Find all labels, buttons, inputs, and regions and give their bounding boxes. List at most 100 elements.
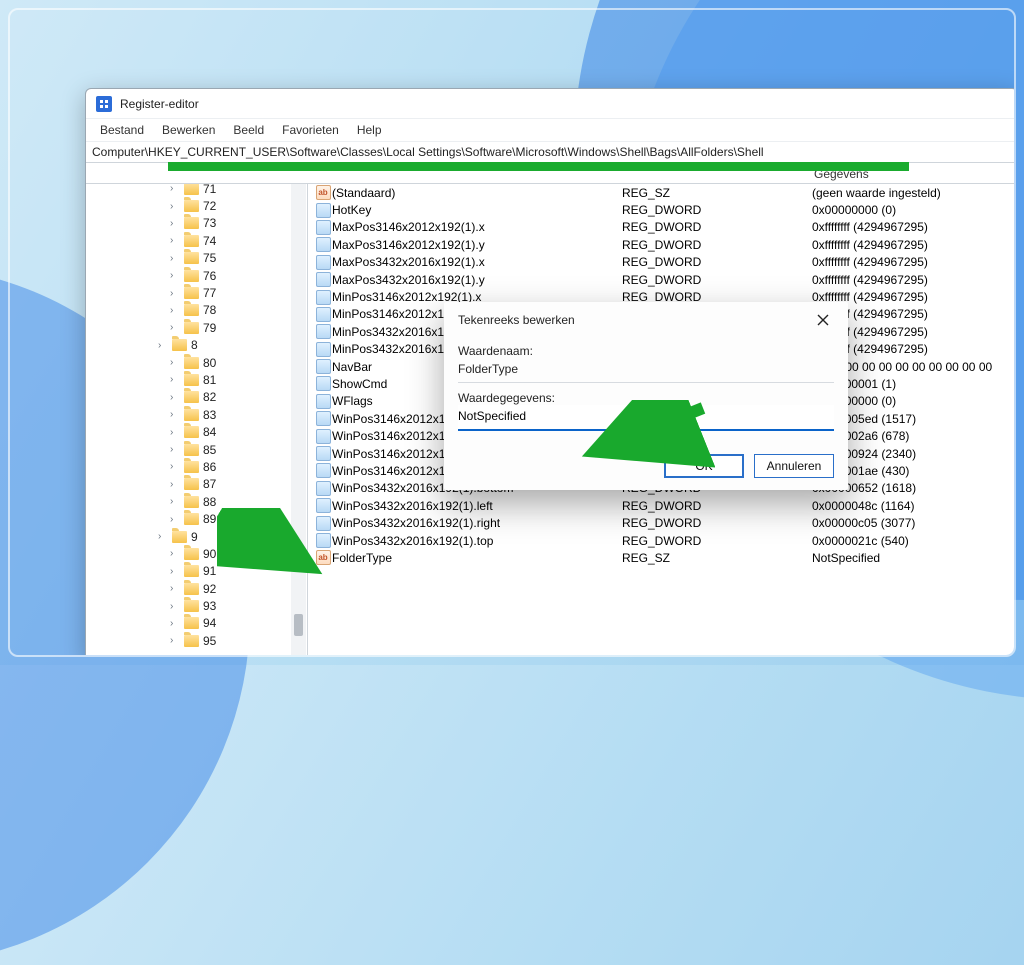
value-row[interactable]: WinPos3432x2016x192(1).topREG_DWORD0x000… bbox=[308, 532, 1016, 549]
chevron-right-icon[interactable]: › bbox=[170, 601, 180, 612]
value-data-input[interactable] bbox=[458, 405, 834, 431]
pane-splitter[interactable] bbox=[308, 184, 309, 657]
chevron-right-icon[interactable]: › bbox=[170, 548, 180, 559]
tree-item[interactable]: ›9 bbox=[86, 528, 307, 545]
chevron-right-icon[interactable]: › bbox=[170, 288, 180, 299]
tree-item[interactable]: ›92 bbox=[86, 580, 307, 597]
menu-bewerken[interactable]: Bewerken bbox=[154, 121, 223, 139]
folder-icon bbox=[184, 287, 199, 299]
tree-item-label: 9 bbox=[191, 530, 198, 544]
chevron-right-icon[interactable]: › bbox=[170, 218, 180, 229]
value-row[interactable]: ab(Standaard)REG_SZ(geen waarde ingestel… bbox=[308, 184, 1016, 201]
value-row[interactable]: abFolderTypeREG_SZNotSpecified bbox=[308, 549, 1016, 566]
chevron-right-icon[interactable]: › bbox=[170, 392, 180, 403]
tree-item[interactable]: ›73 bbox=[86, 215, 307, 232]
tree-item-label: 89 bbox=[203, 512, 216, 526]
close-icon[interactable] bbox=[808, 310, 838, 330]
tree-item-label: 78 bbox=[203, 303, 216, 317]
tree-item[interactable]: ›8 bbox=[86, 337, 307, 354]
tree-item[interactable]: ›74 bbox=[86, 232, 307, 249]
folder-icon bbox=[184, 391, 199, 403]
chevron-right-icon[interactable]: › bbox=[170, 409, 180, 420]
folder-icon bbox=[184, 304, 199, 316]
cancel-button[interactable]: Annuleren bbox=[754, 454, 834, 478]
tree-item[interactable]: ›76 bbox=[86, 267, 307, 284]
tree-item[interactable]: ›72 bbox=[86, 197, 307, 214]
chevron-right-icon[interactable]: › bbox=[170, 322, 180, 333]
titlebar[interactable]: Register-editor bbox=[86, 89, 1016, 119]
menu-bestand[interactable]: Bestand bbox=[92, 121, 152, 139]
chevron-right-icon[interactable]: › bbox=[170, 201, 180, 212]
tree-item[interactable]: › 89 bbox=[86, 510, 307, 527]
tree-item[interactable]: ›80 bbox=[86, 354, 307, 371]
tree-item-label: 86 bbox=[203, 460, 216, 474]
chevron-right-icon[interactable]: › bbox=[170, 496, 180, 507]
menu-help[interactable]: Help bbox=[349, 121, 390, 139]
chevron-right-icon[interactable]: › bbox=[170, 583, 180, 594]
dword-value-icon bbox=[316, 307, 331, 322]
tree-item[interactable]: ›77 bbox=[86, 284, 307, 301]
chevron-right-icon[interactable]: › bbox=[170, 461, 180, 472]
chevron-right-icon[interactable]: › bbox=[170, 444, 180, 455]
tree-item[interactable]: ›90 bbox=[86, 545, 307, 562]
tree-item[interactable]: ›87 bbox=[86, 476, 307, 493]
value-row[interactable]: WinPos3432x2016x192(1).rightREG_DWORD0x0… bbox=[308, 514, 1016, 531]
value-name: MaxPos3432x2016x192(1).y bbox=[332, 273, 622, 287]
value-row[interactable]: MaxPos3146x2012x192(1).yREG_DWORD0xfffff… bbox=[308, 236, 1016, 253]
tree-item[interactable]: ›95 bbox=[86, 632, 307, 649]
address-bar[interactable]: Computer\HKEY_CURRENT_USER\Software\Clas… bbox=[86, 141, 1016, 163]
menu-beeld[interactable]: Beeld bbox=[225, 121, 272, 139]
chevron-right-icon[interactable]: › bbox=[170, 374, 180, 385]
chevron-right-icon[interactable]: › bbox=[170, 184, 180, 194]
ok-button[interactable]: OK bbox=[664, 454, 744, 478]
folder-icon bbox=[184, 461, 199, 473]
tree-scrollbar-thumb[interactable] bbox=[294, 614, 303, 636]
tree-item[interactable]: ›75 bbox=[86, 250, 307, 267]
tree-item[interactable]: ›93 bbox=[86, 597, 307, 614]
tree-item[interactable]: › 78 bbox=[86, 302, 307, 319]
chevron-right-icon[interactable]: › bbox=[170, 427, 180, 438]
chevron-right-icon[interactable]: › bbox=[170, 305, 180, 316]
chevron-right-icon[interactable]: › bbox=[170, 566, 180, 577]
tree-item-label: 94 bbox=[203, 616, 216, 630]
value-name: MaxPos3432x2016x192(1).x bbox=[332, 255, 622, 269]
value-row[interactable]: MaxPos3432x2016x192(1).xREG_DWORD0xfffff… bbox=[308, 254, 1016, 271]
tree-item[interactable]: › 94 bbox=[86, 615, 307, 632]
tree-item-label: 8 bbox=[191, 338, 198, 352]
label-value-name: Waardenaam: bbox=[458, 344, 834, 358]
tree-item[interactable]: ›82 bbox=[86, 389, 307, 406]
chevron-right-icon[interactable]: › bbox=[158, 531, 168, 542]
value-row[interactable]: MaxPos3432x2016x192(1).yREG_DWORD0xfffff… bbox=[308, 271, 1016, 288]
value-data: 0xffffffff (4294967295) bbox=[812, 273, 1016, 287]
chevron-right-icon[interactable]: › bbox=[170, 635, 180, 646]
chevron-right-icon[interactable]: › bbox=[170, 357, 180, 368]
chevron-right-icon[interactable]: › bbox=[170, 235, 180, 246]
tree-pane[interactable]: ›71›72›73›74›75›76›77›78›79›8›80›81›82›8… bbox=[86, 184, 308, 657]
chevron-right-icon[interactable]: › bbox=[158, 340, 168, 351]
menu-favorieten[interactable]: Favorieten bbox=[274, 121, 347, 139]
tree-item[interactable]: ›71 bbox=[86, 184, 307, 197]
chevron-right-icon[interactable]: › bbox=[170, 270, 180, 281]
folder-icon bbox=[184, 374, 199, 386]
value-data: (geen waarde ingesteld) bbox=[812, 186, 1016, 200]
tree-item[interactable]: ›83 bbox=[86, 406, 307, 423]
value-type: REG_DWORD bbox=[622, 220, 812, 234]
value-row[interactable]: MaxPos3146x2012x192(1).xREG_DWORD0xfffff… bbox=[308, 219, 1016, 236]
tree-item[interactable]: ›84 bbox=[86, 423, 307, 440]
chevron-right-icon[interactable]: › bbox=[170, 618, 180, 629]
chevron-right-icon[interactable]: › bbox=[170, 253, 180, 264]
tree-item[interactable]: ›79 bbox=[86, 319, 307, 336]
tree-scrollbar[interactable] bbox=[291, 184, 306, 657]
value-type: REG_DWORD bbox=[622, 499, 812, 513]
tree-item[interactable]: ›81 bbox=[86, 371, 307, 388]
tree-item[interactable]: ›85 bbox=[86, 441, 307, 458]
folder-icon bbox=[184, 200, 199, 212]
chevron-right-icon[interactable]: › bbox=[170, 479, 180, 490]
tree-item[interactable]: ›91 bbox=[86, 563, 307, 580]
value-type: REG_SZ bbox=[622, 551, 812, 565]
value-row[interactable]: HotKeyREG_DWORD0x00000000 (0) bbox=[308, 201, 1016, 218]
tree-item[interactable]: › 86 bbox=[86, 458, 307, 475]
chevron-right-icon[interactable]: › bbox=[170, 514, 180, 525]
tree-item[interactable]: ›88 bbox=[86, 493, 307, 510]
value-row[interactable]: WinPos3432x2016x192(1).leftREG_DWORD0x00… bbox=[308, 497, 1016, 514]
